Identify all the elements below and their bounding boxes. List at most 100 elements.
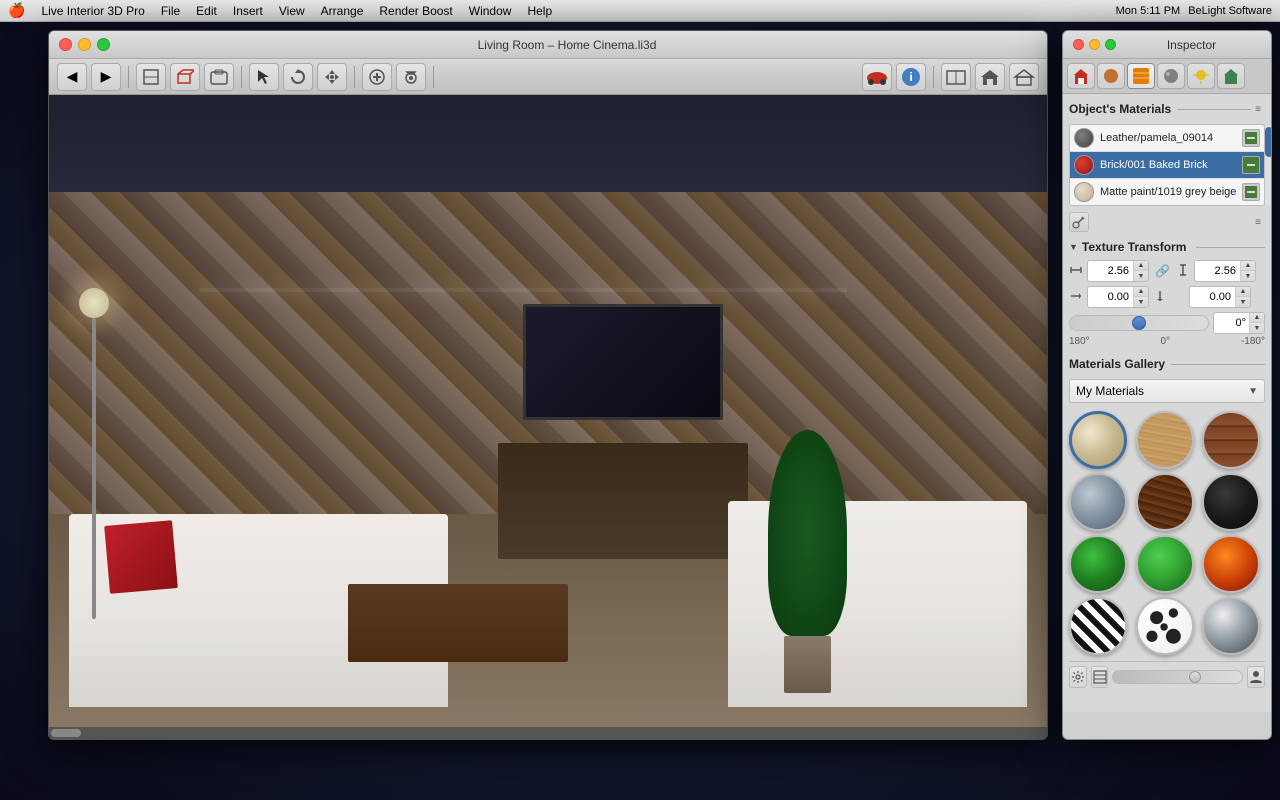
inspector-close-button[interactable] xyxy=(1073,39,1084,50)
material-edit-matte[interactable] xyxy=(1242,183,1260,201)
nav-forward-button[interactable]: ▶ xyxy=(91,63,121,91)
swatch-beige-plaster[interactable] xyxy=(1069,411,1127,469)
texture-offset-x-decrement[interactable]: ▼ xyxy=(1134,297,1148,307)
window-resize-handle[interactable] xyxy=(1024,38,1037,51)
camera-view-button[interactable] xyxy=(204,63,234,91)
menubar-company: BeLight Software xyxy=(1188,5,1272,17)
link-dimensions-icon[interactable]: 🔗 xyxy=(1155,264,1170,278)
texture-offset-x-input-group: ▲ ▼ xyxy=(1087,286,1149,308)
texture-offset-x-input[interactable] xyxy=(1088,287,1133,307)
objects-materials-title: Object's Materials xyxy=(1069,102,1171,116)
material-edit-leather[interactable] xyxy=(1242,129,1260,147)
swatch-wood-dark[interactable] xyxy=(1136,473,1194,531)
texture-offset-y-decrement[interactable]: ▼ xyxy=(1236,297,1250,307)
material-edit-brick[interactable] xyxy=(1242,156,1260,174)
gallery-expand-button[interactable] xyxy=(1091,666,1109,688)
tab-light[interactable] xyxy=(1187,63,1215,89)
swatch-green-material[interactable] xyxy=(1069,535,1127,593)
texture-offset-y-input[interactable] xyxy=(1190,287,1235,307)
texture-height-input[interactable] xyxy=(1195,261,1240,281)
svg-text:i: i xyxy=(909,70,912,84)
objects-materials-menu-button[interactable]: ≡ xyxy=(1251,102,1265,116)
texture-rotation-increment[interactable]: ▲ xyxy=(1250,313,1264,323)
menu-insert[interactable]: Insert xyxy=(233,4,263,18)
menu-view[interactable]: View xyxy=(279,4,305,18)
window-minimize-button[interactable] xyxy=(78,38,91,51)
eyedropper-button[interactable] xyxy=(1069,212,1089,232)
apple-menu[interactable]: 🍎 xyxy=(8,2,25,19)
3d-view-button[interactable] xyxy=(170,63,200,91)
window-maximize-button[interactable] xyxy=(97,38,110,51)
window-close-button[interactable] xyxy=(59,38,72,51)
swatch-spots-material[interactable] xyxy=(1136,597,1194,655)
car-view-button[interactable] xyxy=(862,63,892,91)
move-tool-button[interactable] xyxy=(317,63,347,91)
rotate-tool-button[interactable] xyxy=(283,63,313,91)
texture-rotation-input[interactable] xyxy=(1214,313,1249,333)
texture-width-input-group: ▲ ▼ xyxy=(1087,260,1149,282)
add-object-button[interactable] xyxy=(362,63,392,91)
tab-material[interactable] xyxy=(1127,63,1155,89)
menu-file[interactable]: File xyxy=(161,4,180,18)
texture-width-increment[interactable]: ▲ xyxy=(1134,261,1148,271)
scrollbar-thumb[interactable] xyxy=(51,729,81,737)
materials-options-button[interactable]: ≡ xyxy=(1251,215,1265,229)
swatch-wood-light[interactable] xyxy=(1136,411,1194,469)
swatch-metal-material[interactable] xyxy=(1069,473,1127,531)
texture-height-decrement[interactable]: ▼ xyxy=(1241,271,1255,281)
material-swatch-brick xyxy=(1074,155,1094,175)
texture-height-increment[interactable]: ▲ xyxy=(1241,261,1255,271)
menu-help[interactable]: Help xyxy=(527,4,552,18)
material-item-matte[interactable]: Matte paint/1019 grey beige xyxy=(1070,179,1264,205)
house-view-button[interactable] xyxy=(975,63,1005,91)
swatch-black-material[interactable] xyxy=(1202,473,1260,531)
swatch-zebra-material[interactable] xyxy=(1069,597,1127,655)
texture-offset-x-increment[interactable]: ▲ xyxy=(1134,287,1148,297)
texture-width-decrement[interactable]: ▼ xyxy=(1134,271,1148,281)
texture-offset-row: ▲ ▼ ▲ ▼ xyxy=(1069,286,1265,308)
tab-room-settings[interactable] xyxy=(1217,63,1245,89)
swatch-chrome-material[interactable] xyxy=(1202,597,1260,655)
inspector-minimize-button[interactable] xyxy=(1089,39,1100,50)
tab-object[interactable] xyxy=(1097,63,1125,89)
plan-view-button[interactable] xyxy=(136,63,166,91)
texture-transform-header[interactable]: ▼ Texture Transform xyxy=(1069,240,1265,254)
swatch-green2-material[interactable] xyxy=(1136,535,1194,593)
tab-texture[interactable] xyxy=(1157,63,1185,89)
3d-viewport[interactable] xyxy=(49,95,1047,739)
gallery-zoom-slider[interactable] xyxy=(1112,670,1243,684)
menubar: 🍎 Live Interior 3D Pro File Edit Insert … xyxy=(0,0,1280,22)
materials-scrollbar[interactable] xyxy=(1264,125,1271,205)
menu-render-boost[interactable]: Render Boost xyxy=(379,4,452,18)
room-view-button[interactable] xyxy=(1009,63,1039,91)
texture-rotation-decrement[interactable]: ▼ xyxy=(1250,323,1264,333)
inspector-maximize-button[interactable] xyxy=(1105,39,1116,50)
swatch-brick-material[interactable] xyxy=(1202,411,1260,469)
material-search-bar: ≡ xyxy=(1069,212,1265,232)
texture-offset-y-increment[interactable]: ▲ xyxy=(1236,287,1250,297)
inspector-traffic-lights xyxy=(1073,39,1116,50)
gallery-user-button[interactable] xyxy=(1247,666,1265,688)
materials-scroll-thumb[interactable] xyxy=(1265,127,1271,157)
inspector-tabs xyxy=(1063,59,1271,94)
menu-edit[interactable]: Edit xyxy=(196,4,217,18)
material-item-leather[interactable]: Leather/pamela_09014 xyxy=(1070,125,1264,152)
info-button[interactable]: i xyxy=(896,63,926,91)
gallery-dropdown[interactable]: My Materials ▼ xyxy=(1069,379,1265,403)
select-tool-button[interactable] xyxy=(249,63,279,91)
menu-app[interactable]: Live Interior 3D Pro xyxy=(41,4,144,18)
nav-back-button[interactable]: ◀ xyxy=(57,63,87,91)
material-item-brick[interactable]: Brick/001 Baked Brick xyxy=(1070,152,1264,179)
texture-width-input[interactable] xyxy=(1088,261,1133,281)
dropdown-arrow-icon: ▼ xyxy=(1248,386,1258,397)
menu-arrange[interactable]: Arrange xyxy=(321,4,364,18)
texture-rotation-slider[interactable] xyxy=(1069,315,1209,331)
gallery-settings-button[interactable] xyxy=(1069,666,1087,688)
camera-tool-button[interactable] xyxy=(396,63,426,91)
menu-window[interactable]: Window xyxy=(469,4,512,18)
swatch-fire-material[interactable] xyxy=(1202,535,1260,593)
2d-plan-button[interactable] xyxy=(941,63,971,91)
viewport-scrollbar[interactable] xyxy=(49,727,1047,739)
tab-room[interactable] xyxy=(1067,63,1095,89)
materials-gallery-section: Materials Gallery My Materials ▼ xyxy=(1069,355,1265,692)
